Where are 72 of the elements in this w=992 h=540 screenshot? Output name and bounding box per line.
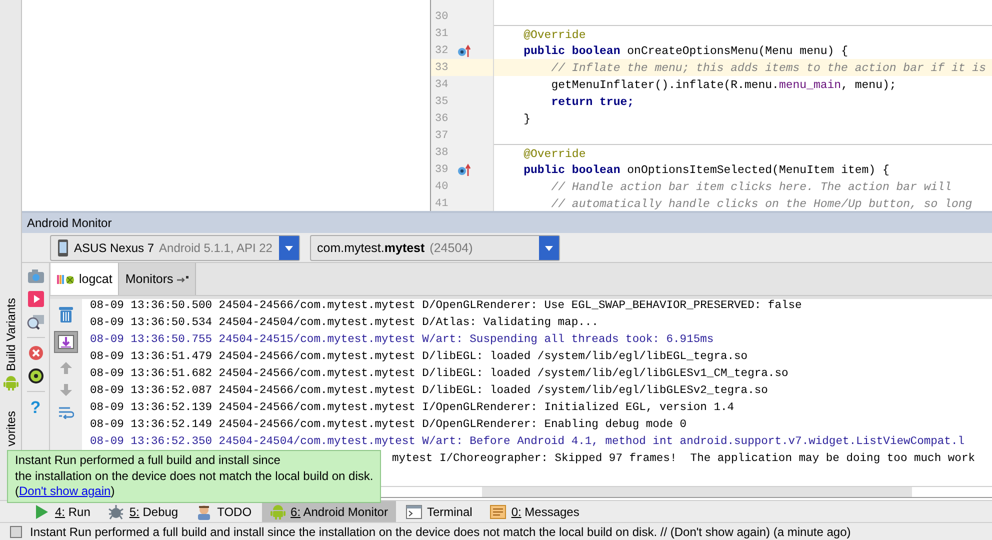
line-number: 33 <box>434 62 450 74</box>
code-line: public boolean onCreateOptionsMenu(Menu menu) { <box>522 45 848 58</box>
list-icon <box>490 504 506 520</box>
panel-title: Android Monitor <box>27 216 112 230</box>
line-number: 40 <box>434 180 450 192</box>
trash-icon[interactable] <box>58 305 74 323</box>
code-line: // Inflate the menu; this adds items to the action bar if it is <box>550 62 986 75</box>
line-number: 39 <box>434 164 450 176</box>
override-icon <box>457 44 471 58</box>
code-line: @Override <box>522 29 586 42</box>
log-line: 08-09 13:36:52.149 24504-24566/com.mytest.mytest D/OpenGLRenderer: Enabling debug mode 0 <box>90 419 688 433</box>
log-line: mytest I/Choreographer: Skipped 97 frames! The application may be doing too much work <box>392 453 976 467</box>
code-line: // automatically handle clicks on the Home/Up button, so long <box>550 198 972 211</box>
side-tab[interactable]: Build Variants <box>4 298 18 372</box>
tool-window-button[interactable]: 6: Android Monitor <box>262 501 396 522</box>
terminal-icon <box>406 504 422 520</box>
person-icon <box>196 504 212 520</box>
code-line: return true; <box>550 96 634 109</box>
log-line: 08-09 13:36:50.534 24504-24504/com.mytest.mytest D/Atlas: Validating map... <box>90 317 600 331</box>
code-line: @Override <box>522 148 586 161</box>
screen-icon[interactable] <box>26 314 44 330</box>
wrap-icon[interactable] <box>58 405 74 419</box>
log-line: 08-09 13:36:52.087 24504-24566/com.mytest.mytest D/libEGL: loaded /system/lib/egl/libGLESv2_tegra.so <box>90 385 769 399</box>
device-dropdown[interactable]: ASUS Nexus 7 Android 5.1.1, API 22 <box>50 234 300 260</box>
record-icon[interactable] <box>28 291 44 307</box>
close-icon[interactable] <box>28 345 44 361</box>
tool-window-button[interactable]: 5: Debug <box>100 501 186 522</box>
log-line: 08-09 13:36:51.479 24504-24566/com.mytest.mytest D/libEGL: loaded /system/lib/egl/libEGL_tegra.so <box>90 351 749 365</box>
android-icon <box>2 375 18 392</box>
scroll-to-end-button[interactable] <box>54 331 78 353</box>
camera-icon[interactable] <box>26 268 44 284</box>
circle-icon[interactable] <box>28 368 44 384</box>
log-line: 08-09 13:36:52.350 24504-24504/com.mytest.mytest W/art: Before Android 4.1, method int android.support.v7.widget.ListViewCompat.l <box>90 436 966 450</box>
override-icon <box>457 162 471 176</box>
code-line: getMenuInflater().inflate(R.menu.menu_main, menu); <box>550 79 896 92</box>
line-number: 30 <box>434 10 450 22</box>
tab[interactable]: Monitors <box>119 263 196 295</box>
scroll-end-icon <box>58 335 74 349</box>
code-line: public boolean onOptionsItemSelected(MenuItem item) { <box>522 164 890 177</box>
status-message: Instant Run performed a full build and install since the installation on the device does not match the local build on disk. // (Don't show again) (a minute ago) <box>30 524 851 538</box>
logcat-icon <box>57 273 75 285</box>
line-number: 35 <box>434 96 450 108</box>
square-icon <box>10 526 22 538</box>
dont-show-again-link[interactable]: Don't show again <box>19 484 111 498</box>
code-line: } <box>522 113 531 126</box>
code-line: // Handle action bar item clicks here. The action bar will <box>550 181 952 194</box>
log-line: 08-09 13:36:51.682 24504-24566/com.mytest.mytest D/libEGL: loaded /system/lib/egl/libGLESv1_CM_tegra.so <box>90 368 790 382</box>
line-number: 32 <box>434 44 450 56</box>
process-dropdown[interactable]: com.mytest.mytest (24504) <box>310 234 560 260</box>
down-arrow-icon[interactable] <box>59 383 73 397</box>
tool-window-button[interactable]: Terminal <box>398 501 480 522</box>
log-line: 08-09 13:36:52.139 24504-24566/com.mytest.mytest I/OpenGLRenderer: Initialized EGL, version 1.4 <box>90 402 736 416</box>
side-tab[interactable]: vorites <box>4 411 18 446</box>
tool-window-button[interactable]: 0: Messages <box>482 501 588 522</box>
line-number: 38 <box>434 146 450 158</box>
pin-icon <box>177 274 190 284</box>
scrollbar-thumb[interactable] <box>482 487 912 497</box>
line-number: 41 <box>434 198 450 210</box>
bug-icon <box>108 504 124 520</box>
line-number: 37 <box>434 130 450 142</box>
android-icon <box>270 504 286 520</box>
phone-icon <box>57 238 69 256</box>
tool-window-button[interactable]: 4: Run <box>26 501 98 522</box>
up-arrow-icon[interactable] <box>59 361 73 375</box>
log-line: 08-09 13:36:50.500 24504-24566/com.mytest.mytest D/OpenGLRenderer: Use EGL_SWAP_BEHAVIOR_PRESERVED: false <box>90 300 803 314</box>
line-number: 34 <box>434 78 450 90</box>
line-number: 36 <box>434 112 450 124</box>
tool-window-button[interactable]: TODO <box>188 501 260 522</box>
log-line: 08-09 13:36:50.755 24504-24515/com.mytest.mytest W/art: Suspending all threads took: 6.915ms <box>90 334 715 348</box>
line-number: 31 <box>434 28 450 40</box>
tab[interactable]: logcat <box>51 263 120 295</box>
notification-message: Instant Run performed a full build and install since the installation on the device does not match the local build on disk. (Don't show again) <box>15 453 374 500</box>
